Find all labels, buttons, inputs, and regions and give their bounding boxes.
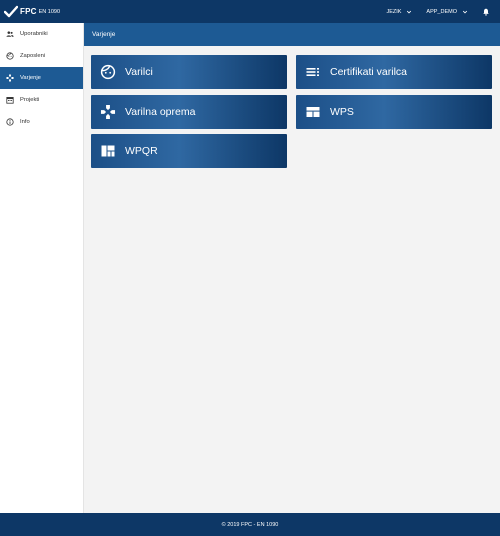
sidebar-item-info[interactable]: Info [0, 111, 83, 133]
sidebar-item-label: Info [20, 119, 30, 125]
logo-text: FPC [20, 7, 37, 16]
tile-label: Certifikati varilca [330, 66, 408, 78]
checkmark-logo-icon [4, 5, 18, 17]
logo-subtext: EN 1090 [38, 8, 61, 15]
sidebar-item-label: Projekti [20, 97, 40, 103]
users-icon [6, 31, 14, 37]
bell-icon[interactable] [482, 8, 490, 16]
chevron-down-icon [462, 10, 468, 13]
web-icon [306, 107, 320, 117]
user-dropdown[interactable]: APP_DEMO [426, 9, 468, 15]
info-icon [6, 118, 14, 126]
gamepad-icon [6, 74, 14, 82]
sidebar-item-zaposleni[interactable]: Zaposleni [0, 45, 83, 67]
app-logo[interactable]: FPC EN 1090 [4, 0, 60, 23]
footer: © 2019 FPC - EN 1090 [0, 513, 500, 536]
top-app-bar: FPC EN 1090 JEZIK APP_DEMO [0, 0, 500, 23]
tile-wps[interactable]: WPS [296, 95, 492, 129]
user-label: APP_DEMO [426, 8, 457, 15]
sidebar-item-projekti[interactable]: Projekti [0, 89, 83, 111]
tile-label: Varilna oprema [125, 106, 196, 118]
sidebar-item-uporabniki[interactable]: Uporabniki [0, 23, 83, 45]
sidebar-item-label: Zaposleni [20, 53, 46, 59]
page-title-bar: Varjenje [84, 23, 500, 46]
sidebar-item-varjenje[interactable]: Varjenje [0, 67, 83, 89]
language-label: JEZIK [386, 8, 402, 15]
page-title: Varjenje [92, 31, 116, 38]
calendar-icon [6, 97, 14, 104]
chevron-down-icon [407, 10, 412, 13]
tile-varilna-oprema[interactable]: Varilna oprema [91, 95, 287, 129]
tile-certifikati-varilca[interactable]: Certifikati varilca [296, 55, 492, 89]
tile-varilci[interactable]: Varilci [91, 55, 287, 89]
sidebar: Uporabniki Zaposleni Varjenje Projekti I… [0, 23, 84, 513]
list-icon [306, 68, 319, 76]
tile-label: WPS [330, 106, 354, 118]
tile-wpqr[interactable]: WPQR [91, 134, 287, 168]
gamepad-icon [100, 104, 116, 120]
footer-text: © 2019 FPC - EN 1090 [221, 521, 279, 528]
face-icon [100, 64, 116, 80]
face-icon [6, 52, 14, 60]
tile-label: WPQR [125, 145, 158, 157]
sidebar-item-label: Varjenje [20, 75, 41, 81]
top-right-menu: JEZIK APP_DEMO [386, 0, 500, 23]
tile-label: Varilci [125, 66, 153, 78]
language-dropdown[interactable]: JEZIK [386, 9, 412, 15]
dashboard-icon [101, 145, 115, 157]
sidebar-item-label: Uporabniki [20, 31, 48, 37]
